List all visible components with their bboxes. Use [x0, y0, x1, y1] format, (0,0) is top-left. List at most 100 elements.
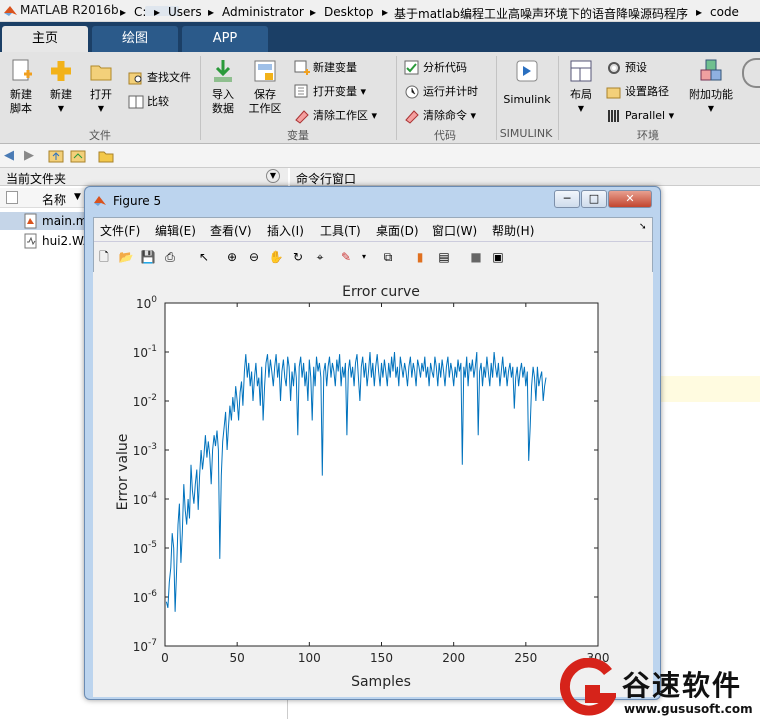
- open-file-icon[interactable]: 📂: [117, 248, 135, 266]
- address-bar[interactable]: [0, 144, 760, 168]
- open-button[interactable]: 打开 ▼: [84, 58, 118, 116]
- clear-commands-button[interactable]: 清除命令 ▾: [404, 108, 476, 124]
- open-variable-button[interactable]: 打开变量 ▾: [294, 84, 366, 100]
- menu-file[interactable]: 文件(F): [100, 222, 140, 239]
- simulink-label: Simulink: [503, 93, 551, 106]
- import-data-button[interactable]: 导入 数据: [206, 58, 240, 116]
- menu-desktop[interactable]: 桌面(D): [376, 222, 419, 239]
- dock-arrow-icon[interactable]: ➘: [639, 222, 647, 232]
- save-icon[interactable]: 💾: [139, 248, 157, 266]
- open-variable-icon: [294, 84, 308, 98]
- panel-menu-icon[interactable]: ▼: [266, 169, 280, 183]
- forward-arrow-icon[interactable]: ▶: [24, 148, 34, 163]
- group-simulink-label: SIMULINK: [499, 127, 553, 140]
- brush-dropdown-icon[interactable]: ▾: [355, 248, 373, 266]
- tab-apps[interactable]: APP: [182, 26, 268, 52]
- import-icon: [214, 60, 232, 82]
- tab-home[interactable]: 主页: [2, 26, 88, 52]
- analyze-code-button[interactable]: 分析代码: [404, 60, 467, 76]
- path-sep: ▸: [310, 5, 317, 19]
- clear-workspace-label: 清除工作区: [313, 109, 368, 122]
- addons-button[interactable]: 附加功能 ▼: [686, 58, 736, 116]
- zoom-out-icon[interactable]: ⊖: [245, 248, 263, 266]
- layout-icon: [570, 60, 592, 82]
- close-button[interactable]: ✕: [608, 190, 652, 208]
- path-sep: ▸: [208, 5, 215, 19]
- compare-label: 比较: [147, 95, 169, 108]
- new-button[interactable]: 新建 ▼: [44, 58, 78, 116]
- back-arrow-icon[interactable]: ◀: [4, 148, 14, 163]
- run-time-label: 运行并计时: [423, 85, 478, 98]
- addons-label: 附加功能: [689, 88, 733, 101]
- save-workspace-button[interactable]: 保存 工作区: [246, 58, 284, 116]
- y-axis-label: Error value: [115, 434, 131, 511]
- chart-title: Error curve: [342, 284, 420, 300]
- brush-icon[interactable]: ✎: [337, 248, 355, 266]
- compare-button[interactable]: 比较: [128, 94, 169, 110]
- show-tools-icon[interactable]: ▣: [489, 248, 507, 266]
- new-figure-icon[interactable]: 🗋: [95, 248, 113, 266]
- simulink-button[interactable]: Simulink: [502, 58, 552, 112]
- folder-icon: [98, 151, 114, 163]
- x-tick-label: 0: [161, 651, 169, 665]
- minimize-button[interactable]: ─: [554, 190, 580, 208]
- group-env-label: 环境: [637, 129, 659, 142]
- zoom-in-icon[interactable]: ⊕: [223, 248, 241, 266]
- file-name: main.m: [42, 214, 88, 228]
- sort-arrow-icon: ▼: [74, 192, 81, 202]
- maximize-button[interactable]: □: [581, 190, 607, 208]
- x-tick-label: 250: [514, 651, 537, 665]
- simulink-icon: [516, 60, 538, 82]
- crumb-drive[interactable]: C:: [134, 5, 146, 19]
- crumb-administrator[interactable]: Administrator: [222, 5, 304, 19]
- rotate-icon[interactable]: ↻: [289, 248, 307, 266]
- gear-icon: [608, 62, 620, 74]
- preferences-button[interactable]: 预设: [606, 60, 647, 76]
- parallel-button[interactable]: Parallel ▾: [606, 108, 674, 124]
- axes-box: [164, 302, 599, 647]
- menu-view[interactable]: 查看(V): [210, 222, 252, 239]
- analyze-code-icon: [404, 60, 419, 75]
- set-path-button[interactable]: 设置路径: [606, 84, 669, 100]
- pan-hand-icon[interactable]: ✋: [267, 248, 285, 266]
- clear-workspace-icon: [295, 110, 309, 124]
- current-folder-header: 当前文件夹 ▼: [0, 168, 288, 186]
- new-script-button[interactable]: 新建 脚本: [4, 58, 38, 116]
- menu-window[interactable]: 窗口(W): [432, 222, 477, 239]
- menu-insert[interactable]: 插入(I): [267, 222, 304, 239]
- crumb-desktop[interactable]: Desktop: [324, 5, 374, 19]
- print-icon[interactable]: ⎙: [161, 248, 179, 266]
- addons-cubes-icon: [700, 59, 722, 81]
- menu-help[interactable]: 帮助(H): [492, 222, 534, 239]
- run-and-time-button[interactable]: 运行并计时: [404, 84, 478, 100]
- new-variable-button[interactable]: 新建变量: [294, 60, 357, 76]
- menu-edit[interactable]: 编辑(E): [155, 222, 196, 239]
- up-folder-icon[interactable]: [48, 148, 64, 164]
- link-plot-icon[interactable]: ⧉: [379, 248, 397, 266]
- layout-label: 布局: [570, 88, 592, 101]
- import-label: 导入 数据: [212, 88, 234, 115]
- crumb-project-folder[interactable]: 基于matlab编程工业高噪声环境下的语音降噪源码程序: [394, 5, 688, 22]
- clear-workspace-button[interactable]: 清除工作区 ▾: [294, 108, 377, 124]
- pointer-icon[interactable]: ↖: [195, 248, 213, 266]
- command-window-title: 命令行窗口: [296, 172, 357, 186]
- crumb-users[interactable]: Users: [168, 5, 202, 19]
- set-path-icon: [606, 87, 621, 99]
- browse-folder-icon[interactable]: [70, 148, 86, 164]
- plus-icon: [51, 61, 71, 81]
- error-curve-chart: Error curve Samples Error value 0 50 100 15…: [93, 272, 653, 697]
- hide-tools-icon[interactable]: ■: [467, 248, 485, 266]
- clear-commands-label: 清除命令: [423, 109, 467, 122]
- legend-icon[interactable]: ▤: [435, 248, 453, 266]
- find-files-button[interactable]: 查找文件: [128, 70, 191, 86]
- name-column[interactable]: 名称: [42, 191, 66, 208]
- data-cursor-icon[interactable]: ⌖: [311, 248, 329, 266]
- menu-tools[interactable]: 工具(T): [320, 222, 361, 239]
- tab-plots[interactable]: 绘图: [92, 26, 178, 52]
- open-variable-label: 打开变量: [313, 85, 357, 98]
- layout-button[interactable]: 布局 ▼: [564, 58, 598, 116]
- crumb-code[interactable]: code: [710, 5, 739, 19]
- figure-toolbar: 🗋 📂 💾 ⎙ ↖ ⊕ ⊖ ✋ ↻ ⌖ ✎ ▾ ⧉ ▮ ▤ ■ ▣: [93, 244, 651, 270]
- wav-file-icon: [24, 233, 37, 249]
- colorbar-icon[interactable]: ▮: [411, 248, 429, 266]
